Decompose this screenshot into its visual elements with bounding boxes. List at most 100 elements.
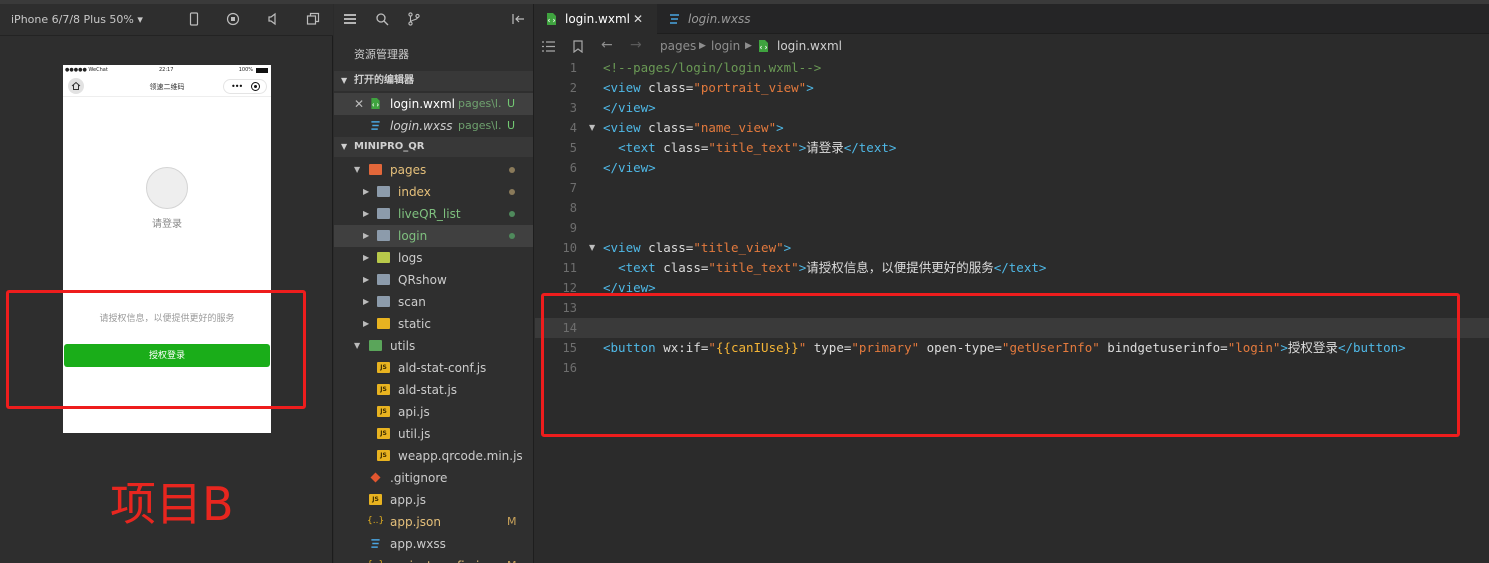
line-number: 3 (569, 101, 577, 115)
code-token: <text (618, 260, 664, 275)
tree-file-gitignore[interactable]: .gitignore (334, 467, 533, 489)
code-token: > (783, 240, 792, 255)
code-line[interactable]: 9 (535, 218, 1489, 238)
record-icon[interactable] (226, 12, 240, 26)
open-editors-header[interactable]: ▼ 打开的编辑器 (334, 71, 533, 91)
tree-folder-pages[interactable]: ▼ pages (334, 159, 533, 181)
code-line[interactable]: 11 <text class="title_text">请授权信息，以便提供更好… (535, 258, 1489, 278)
fold-chevron-icon[interactable]: ▼ (589, 118, 595, 138)
code-line[interactable]: 6 </view> (535, 158, 1489, 178)
untracked-dot (509, 233, 515, 239)
tree-file-app-wxss[interactable]: app.wxss (334, 533, 533, 555)
code-line[interactable]: 7 (535, 178, 1489, 198)
code-line[interactable]: 3 </view> (535, 98, 1489, 118)
tree-file-ald-stat-conf[interactable]: JS ald-stat-conf.js (334, 357, 533, 379)
code-line[interactable]: 5 <text class="title_text">请登录</text> (535, 138, 1489, 158)
line-number: 7 (569, 181, 577, 195)
file-explorer: 资源管理器 ▼ 打开的编辑器 ✕ login.wxml pages\l... U… (334, 4, 534, 563)
capsule-menu[interactable]: ••• (223, 79, 267, 94)
code-token: class= (648, 240, 694, 255)
tree-file-project-config[interactable]: {..} project.config.json M (334, 555, 533, 563)
tree-file-app-js[interactable]: JS app.js (334, 489, 533, 511)
breadcrumb-item[interactable]: login.wxml (777, 39, 842, 53)
open-editor-login-wxml[interactable]: ✕ login.wxml pages\l... U (334, 93, 533, 115)
back-arrow-icon[interactable]: ← (601, 37, 613, 53)
tab-label: login.wxml (565, 12, 630, 26)
search-icon[interactable] (375, 12, 389, 26)
code-token: </text> (993, 260, 1047, 275)
code-text: </view> (603, 98, 656, 118)
chevron-right-icon: ▶ (363, 187, 370, 196)
code-editor: login.wxml ✕ login.wxss ← → pages ▶ logi… (535, 4, 1489, 563)
close-icon[interactable]: ✕ (354, 93, 364, 115)
code-line[interactable]: 4 ▼ <view class="name_view"> (535, 118, 1489, 138)
bookmark-icon[interactable] (573, 40, 583, 53)
project-header[interactable]: ▼ MINIPRO_QR (334, 137, 533, 157)
folder-name: QRshow (398, 273, 447, 287)
code-text: <!--pages/login/login.wxml--> (603, 58, 821, 78)
tree-folder-liveqr-list[interactable]: ▶ liveQR_list (334, 203, 533, 225)
forward-arrow-icon[interactable]: → (630, 37, 642, 53)
close-miniprogram-icon[interactable] (251, 82, 260, 91)
tree-folder-logs[interactable]: ▶ logs (334, 247, 533, 269)
code-token: </text> (843, 140, 897, 155)
list-icon[interactable] (542, 41, 555, 52)
source-control-icon[interactable] (407, 12, 421, 26)
file-name: util.js (398, 427, 431, 441)
code-token: 请登录 (806, 140, 844, 155)
code-text: <view class="title_view"> (603, 238, 791, 258)
tree-folder-scan[interactable]: ▶ scan (334, 291, 533, 313)
close-icon[interactable]: ✕ (633, 4, 643, 34)
folder-name: liveQR_list (398, 207, 461, 221)
open-editor-login-wxss[interactable]: login.wxss pages\l... U (334, 115, 533, 137)
untracked-dot (509, 211, 515, 217)
breadcrumb-item[interactable]: pages (660, 39, 696, 53)
code-line[interactable]: 2 <view class="portrait_view"> (535, 78, 1489, 98)
tree-file-api[interactable]: JS api.js (334, 401, 533, 423)
code-line[interactable]: 1 <!--pages/login/login.wxml--> (535, 58, 1489, 78)
annotation-box-code (541, 293, 1460, 437)
code-token: > (806, 80, 814, 95)
login-hint-text: 请登录 (152, 219, 182, 230)
code-line[interactable]: 10 ▼ <view class="title_view"> (535, 238, 1489, 258)
wxml-file-icon (759, 40, 768, 52)
breadcrumb-item[interactable]: login (711, 39, 740, 53)
chevron-down-icon: ▼ (354, 165, 361, 174)
code-token: "name_view" (693, 120, 777, 135)
tree-folder-utils[interactable]: ▼ utils (334, 335, 533, 357)
tree-folder-index[interactable]: ▶ index (334, 181, 533, 203)
tab-login-wxss[interactable]: login.wxss (658, 4, 778, 34)
wxml-file-icon (547, 13, 556, 25)
static-folder-icon (377, 318, 390, 329)
line-number: 8 (569, 201, 577, 215)
explorer-list-icon[interactable] (343, 12, 357, 26)
volume-icon[interactable] (266, 12, 280, 26)
line-number: 6 (569, 161, 577, 175)
collapse-panel-icon[interactable] (511, 12, 525, 26)
tree-folder-login[interactable]: ▶ login (334, 225, 533, 247)
wxml-file-icon (371, 98, 380, 109)
tree-folder-qrshow[interactable]: ▶ QRshow (334, 269, 533, 291)
detach-window-icon[interactable] (306, 12, 320, 26)
code-text: <text class="title_text">请授权信息，以便提供更好的服务… (603, 258, 1046, 278)
fold-chevron-icon[interactable]: ▼ (589, 238, 595, 258)
line-number: 9 (569, 221, 577, 235)
tab-login-wxml[interactable]: login.wxml ✕ (535, 4, 657, 34)
line-number: 5 (569, 141, 577, 155)
folder-icon (377, 208, 390, 219)
tree-file-util[interactable]: JS util.js (334, 423, 533, 445)
tree-file-ald-stat[interactable]: JS ald-stat.js (334, 379, 533, 401)
json-file-icon: {..} (367, 516, 385, 526)
tab-label: login.wxss (688, 12, 751, 26)
tree-file-app-json[interactable]: {..} app.json M (334, 511, 533, 533)
code-line[interactable]: 8 (535, 198, 1489, 218)
tree-file-qrcode[interactable]: JS weapp.qrcode.min.js (334, 445, 533, 467)
chevron-right-icon: ▶ (745, 41, 752, 51)
battery-text: 100% (238, 67, 253, 73)
phone-icon[interactable] (187, 12, 201, 26)
more-icon[interactable]: ••• (231, 82, 243, 91)
git-status-badge: U (507, 119, 516, 132)
tree-folder-static[interactable]: ▶ static (334, 313, 533, 335)
device-select[interactable]: iPhone 6/7/8 Plus 50% ▾ (11, 13, 143, 26)
